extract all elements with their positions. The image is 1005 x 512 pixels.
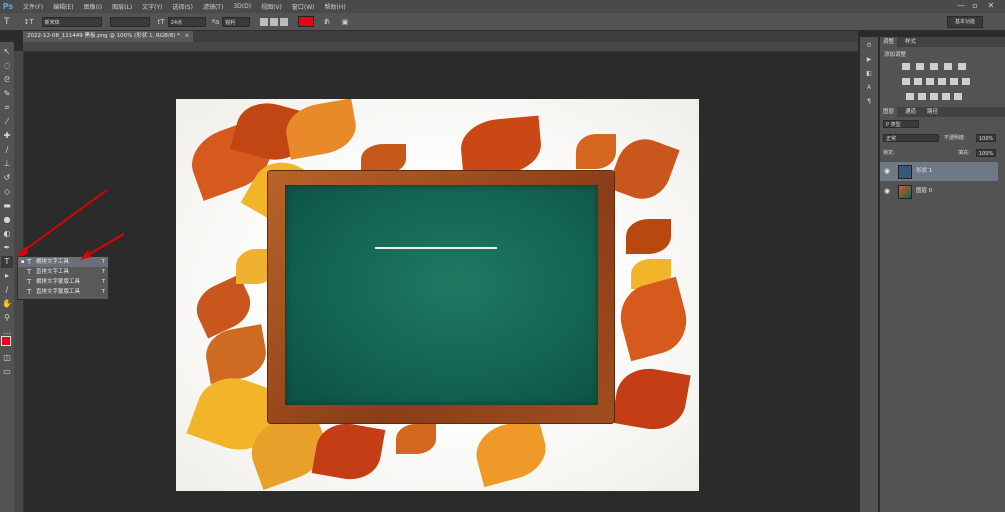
- fill-input[interactable]: 100%: [976, 149, 996, 157]
- layer-name: 图层 0: [916, 188, 933, 194]
- blend-mode-select[interactable]: 正常: [883, 134, 939, 142]
- layer-row[interactable]: ◉ 图层 0: [880, 182, 998, 201]
- layer-row[interactable]: ◉ 形状 1: [880, 162, 998, 181]
- red-arrow: [85, 233, 125, 257]
- black-white-icon[interactable]: [926, 78, 934, 85]
- tab-paths[interactable]: 路径: [924, 107, 941, 117]
- selective-color-icon[interactable]: [954, 93, 962, 100]
- gradient-map-icon[interactable]: [942, 93, 950, 100]
- levels-icon[interactable]: [916, 63, 924, 70]
- vibrance-icon[interactable]: [958, 63, 966, 70]
- layer-kind-filter[interactable]: P 类型: [883, 120, 919, 128]
- actions-panel-icon[interactable]: ▶: [864, 55, 874, 65]
- navigator-panel-icon[interactable]: ◧: [864, 69, 874, 79]
- layer-name: 形状 1: [916, 168, 933, 174]
- tab-layers[interactable]: 图层: [880, 107, 898, 117]
- tab-adjustments[interactable]: 调整: [880, 37, 898, 47]
- red-arrowhead: [80, 250, 91, 260]
- layer-thumbnail: [898, 185, 912, 199]
- brightness-icon[interactable]: [902, 63, 910, 70]
- exposure-icon[interactable]: [944, 63, 952, 70]
- paragraph-panel-icon[interactable]: ¶: [864, 97, 874, 107]
- photo-filter-icon[interactable]: [938, 78, 946, 85]
- adjust-panel-tabs: 调整 样式: [880, 37, 1005, 47]
- visibility-eye-icon[interactable]: ◉: [884, 167, 893, 176]
- color-lookup-icon[interactable]: [962, 78, 970, 85]
- panel-dock: ⏱ ▶ ◧ A ¶: [860, 37, 878, 512]
- posterize-icon[interactable]: [918, 93, 926, 100]
- visibility-eye-icon[interactable]: ◉: [884, 187, 893, 196]
- color-balance-icon[interactable]: [914, 78, 922, 85]
- channel-mixer-icon[interactable]: [950, 78, 958, 85]
- lock-label: 锁定:: [883, 150, 895, 156]
- opacity-input[interactable]: 100%: [976, 134, 996, 142]
- character-panel-icon[interactable]: A: [864, 83, 874, 93]
- layers-panel-tabs: 图层 通道 路径: [880, 107, 1005, 117]
- curves-icon[interactable]: [930, 63, 938, 70]
- tab-styles[interactable]: 样式: [902, 37, 919, 47]
- invert-icon[interactable]: [906, 93, 914, 100]
- history-panel-icon[interactable]: ⏱: [864, 41, 874, 51]
- adjust-title: 添加调整: [884, 52, 907, 58]
- red-arrowhead: [16, 246, 28, 257]
- red-arrow: [21, 189, 108, 253]
- tab-channels[interactable]: 通道: [902, 107, 919, 117]
- annotation-arrows: [16, 189, 125, 260]
- fill-label: 填充:: [958, 150, 970, 156]
- threshold-icon[interactable]: [930, 93, 938, 100]
- opacity-label: 不透明度:: [944, 135, 966, 141]
- hue-saturation-icon[interactable]: [902, 78, 910, 85]
- layer-thumbnail: [898, 165, 912, 179]
